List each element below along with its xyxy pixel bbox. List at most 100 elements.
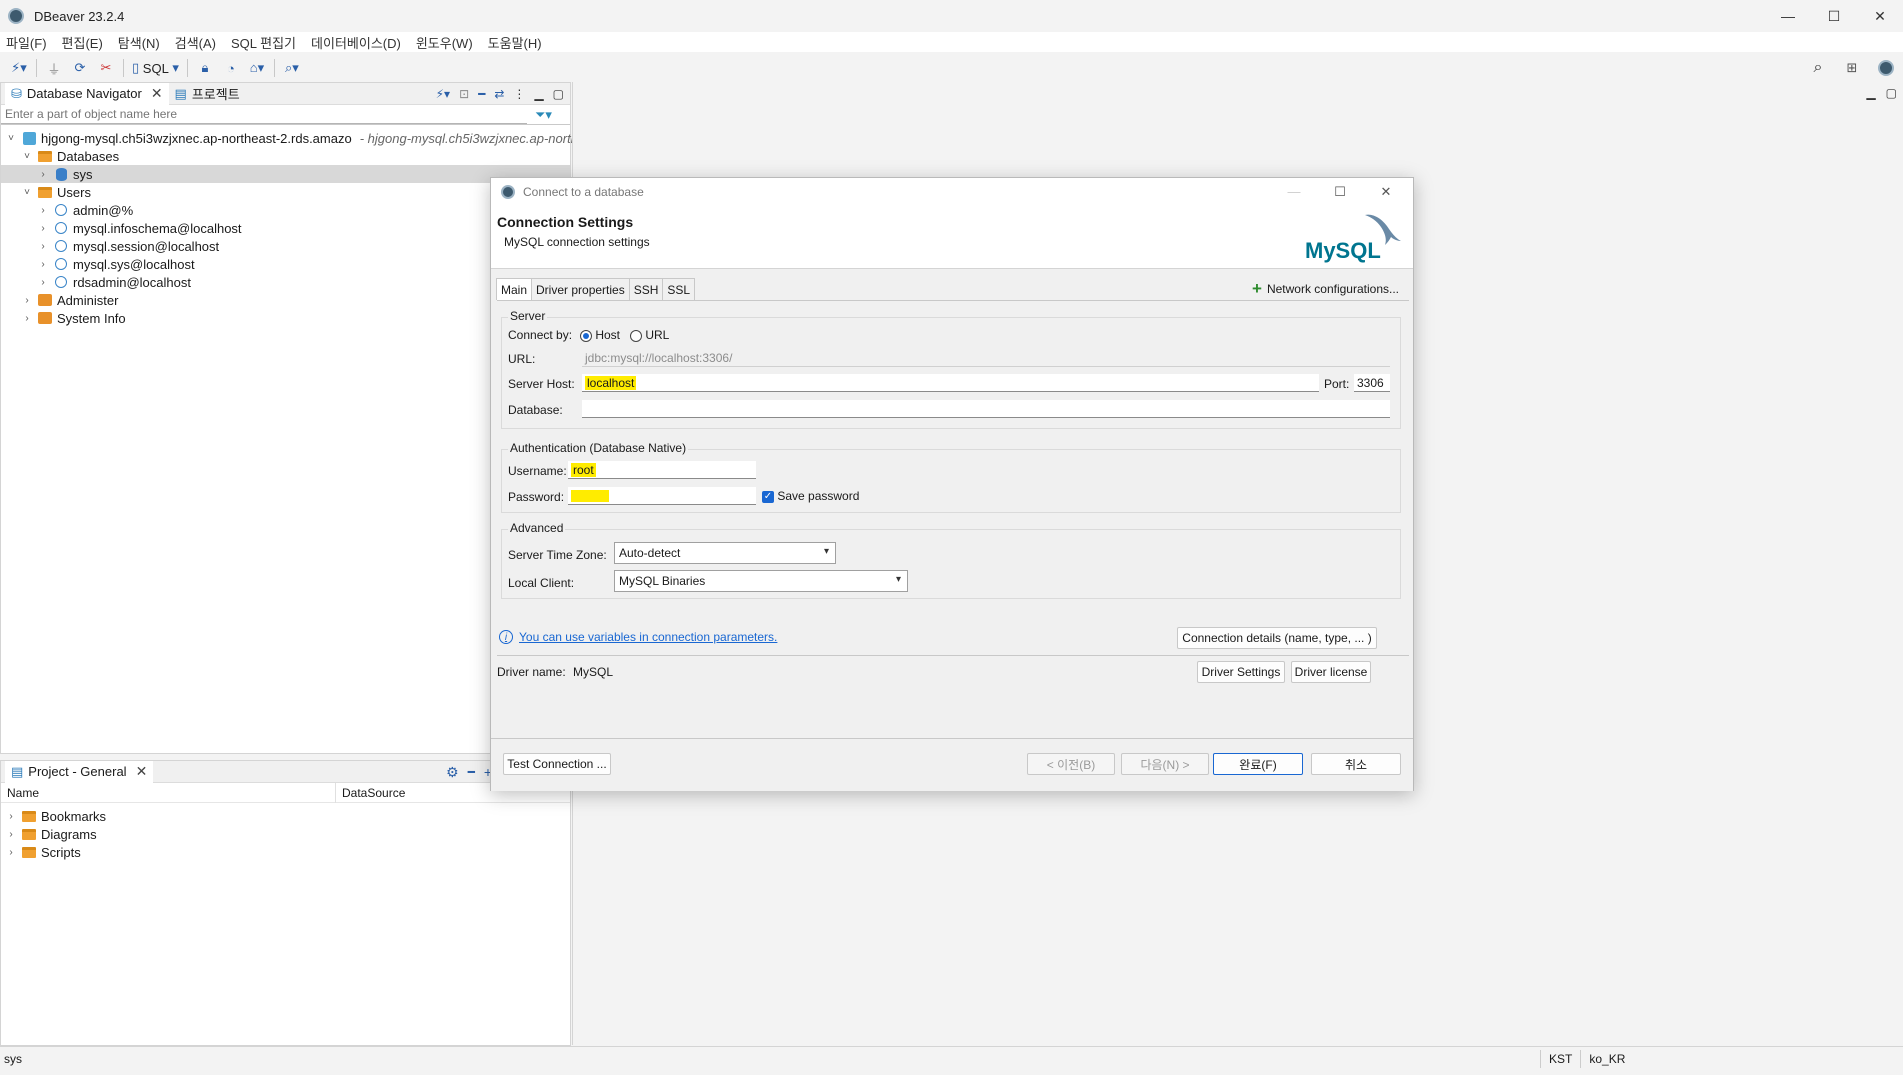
close-tab-icon[interactable]: ✕ (136, 763, 148, 780)
column-datasource[interactable]: DataSource (342, 786, 405, 800)
menu-file[interactable]: 파일(F) (6, 33, 47, 52)
new-connection-plug-icon[interactable]: ⚡▾ (10, 58, 28, 78)
tree-user[interactable]: › admin@% (37, 201, 133, 219)
chevron-right-icon[interactable]: › (37, 277, 49, 288)
cancel-button[interactable]: 취소 (1311, 753, 1401, 775)
chevron-right-icon[interactable]: › (5, 847, 17, 858)
minimize-panel-icon[interactable]: ▁ (534, 87, 543, 101)
navigator-filter-input[interactable] (1, 105, 527, 124)
tree-administer[interactable]: › Administer (21, 291, 118, 309)
password-field[interactable] (568, 487, 756, 505)
link-editor-icon[interactable]: ⇄ (494, 87, 504, 101)
chevron-right-icon[interactable]: › (5, 829, 17, 840)
menu-search[interactable]: 검색(A) (175, 33, 216, 52)
variables-info-link[interactable]: i You can use variables in connection pa… (499, 630, 777, 644)
host-radio[interactable]: Host (580, 328, 620, 342)
network-configurations-button[interactable]: + Network configurations... (1252, 278, 1399, 300)
save-password-checkbox[interactable]: ✓ Save password (762, 489, 859, 503)
chevron-right-icon[interactable]: › (5, 811, 17, 822)
tab-ssh[interactable]: SSH (628, 278, 664, 300)
tab-project-general[interactable]: ▤ Project - General ✕ (5, 760, 154, 783)
minimize-button[interactable]: — (1765, 0, 1811, 32)
search-dropdown-icon[interactable]: ⌕▾ (283, 58, 301, 78)
connect-icon[interactable]: ⏚ (45, 58, 63, 78)
dashboard-icon[interactable]: ◔ (222, 58, 240, 78)
new-folder-icon[interactable]: ⊡ (459, 87, 469, 101)
chevron-down-icon[interactable]: ˅ (21, 187, 33, 198)
tree-system-info[interactable]: › System Info (21, 309, 125, 327)
tree-user[interactable]: › mysql.infoschema@localhost (37, 219, 241, 237)
chevron-right-icon[interactable]: › (37, 169, 49, 180)
driver-settings-button[interactable]: Driver Settings (1197, 661, 1285, 683)
tree-users[interactable]: ˅ Users (21, 183, 91, 201)
driver-license-button[interactable]: Driver license (1291, 661, 1371, 683)
check-icon[interactable]: ✓ (762, 490, 774, 503)
tree-user[interactable]: › mysql.session@localhost (37, 237, 219, 255)
local-client-select[interactable]: MySQL Binaries ▾ (614, 570, 908, 592)
host-radio-button[interactable] (580, 329, 592, 342)
transaction-icon[interactable]: ⌂▾ (248, 58, 266, 78)
view-menu-icon[interactable]: ⋮ (513, 87, 525, 101)
chevron-right-icon[interactable]: › (37, 223, 49, 234)
tab-main[interactable]: Main (496, 278, 533, 300)
collapse-all-icon[interactable]: ━ (478, 87, 485, 101)
server-host-field[interactable]: localhost (582, 374, 1319, 392)
tab-driver-properties[interactable]: Driver properties (531, 278, 630, 300)
close-tab-icon[interactable]: ✕ (151, 85, 163, 102)
tab-ssl[interactable]: SSL (662, 278, 696, 300)
menu-database[interactable]: 데이터베이스(D) (311, 33, 401, 52)
tree-databases[interactable]: ˅ Databases (21, 147, 119, 165)
port-field[interactable]: 3306 (1354, 374, 1390, 392)
chevron-right-icon[interactable]: › (37, 205, 49, 216)
sql-editor-button[interactable]: ▯ SQL ▾ (132, 58, 179, 78)
menu-navigate[interactable]: 탐색(N) (118, 33, 160, 52)
tree-user[interactable]: › rdsadmin@localhost (37, 273, 191, 291)
dbeaver-perspective-icon[interactable] (1877, 58, 1895, 78)
chevron-right-icon[interactable]: › (37, 241, 49, 252)
minimize-editor-icon[interactable]: ▁ (1866, 86, 1875, 100)
menu-edit[interactable]: 편집(E) (62, 33, 103, 52)
tree-diagrams[interactable]: › Diagrams (5, 825, 96, 843)
back-button[interactable]: < 이전(B) (1027, 753, 1115, 775)
connection-details-button[interactable]: Connection details (name, type, ... ) (1177, 627, 1377, 649)
database-field[interactable] (582, 400, 1390, 418)
finish-button[interactable]: 완료(F) (1213, 753, 1303, 775)
tree-sys[interactable]: › sys (1, 165, 570, 183)
chevron-down-icon[interactable]: ˅ (21, 151, 33, 162)
url-radio[interactable]: URL (630, 328, 669, 342)
url-radio-button[interactable] (630, 329, 642, 342)
settings-gear-icon[interactable]: ⚙ (446, 764, 459, 781)
dialog-close-button[interactable]: ✕ (1363, 178, 1409, 205)
test-connection-button[interactable]: Test Connection ... (503, 753, 611, 775)
new-connection-icon[interactable]: ⚡▾ (436, 87, 450, 101)
column-name[interactable]: Name (7, 786, 39, 800)
collapse-icon[interactable]: ━ (468, 765, 475, 779)
close-button[interactable]: ✕ (1857, 0, 1903, 32)
perspective-open-icon[interactable]: ⊞ (1843, 58, 1861, 78)
chevron-right-icon[interactable]: › (21, 295, 33, 306)
filter-icon[interactable]: ⏷▾ (535, 107, 552, 123)
disconnect-icon[interactable]: ✂ (97, 58, 115, 78)
chevron-right-icon[interactable]: › (21, 313, 33, 324)
tree-bookmarks[interactable]: › Bookmarks (5, 807, 106, 825)
chevron-right-icon[interactable]: › (37, 259, 49, 270)
tab-projects[interactable]: ▤ 프로젝트 (169, 83, 246, 105)
tree-connection[interactable]: ˅ hjgong-mysql.ch5i3wzjxnec.ap-northeast… (5, 129, 599, 147)
lock-icon[interactable]: 🔒︎ (196, 58, 214, 78)
dialog-minimize-button[interactable]: — (1271, 178, 1317, 205)
maximize-editor-icon[interactable]: ▢ (1886, 86, 1897, 100)
maximize-panel-icon[interactable]: ▢ (553, 87, 564, 101)
dialog-maximize-button[interactable]: ☐ (1317, 178, 1363, 205)
menu-window[interactable]: 윈도우(W) (416, 33, 473, 52)
menu-help[interactable]: 도움말(H) (488, 33, 542, 52)
maximize-button[interactable]: ☐ (1811, 0, 1857, 32)
menu-sql-editor[interactable]: SQL 편집기 (231, 33, 296, 52)
tab-database-navigator[interactable]: ⛁ Database Navigator ✕ (5, 82, 169, 105)
tree-scripts[interactable]: › Scripts (5, 843, 80, 861)
next-button[interactable]: 다음(N) > (1121, 753, 1209, 775)
username-field[interactable]: root (568, 461, 756, 479)
server-timezone-select[interactable]: Auto-detect ▾ (614, 542, 836, 564)
chevron-down-icon[interactable]: ˅ (5, 133, 17, 144)
tree-user[interactable]: › mysql.sys@localhost (37, 255, 194, 273)
invalidate-icon[interactable]: ⟳ (71, 58, 89, 78)
